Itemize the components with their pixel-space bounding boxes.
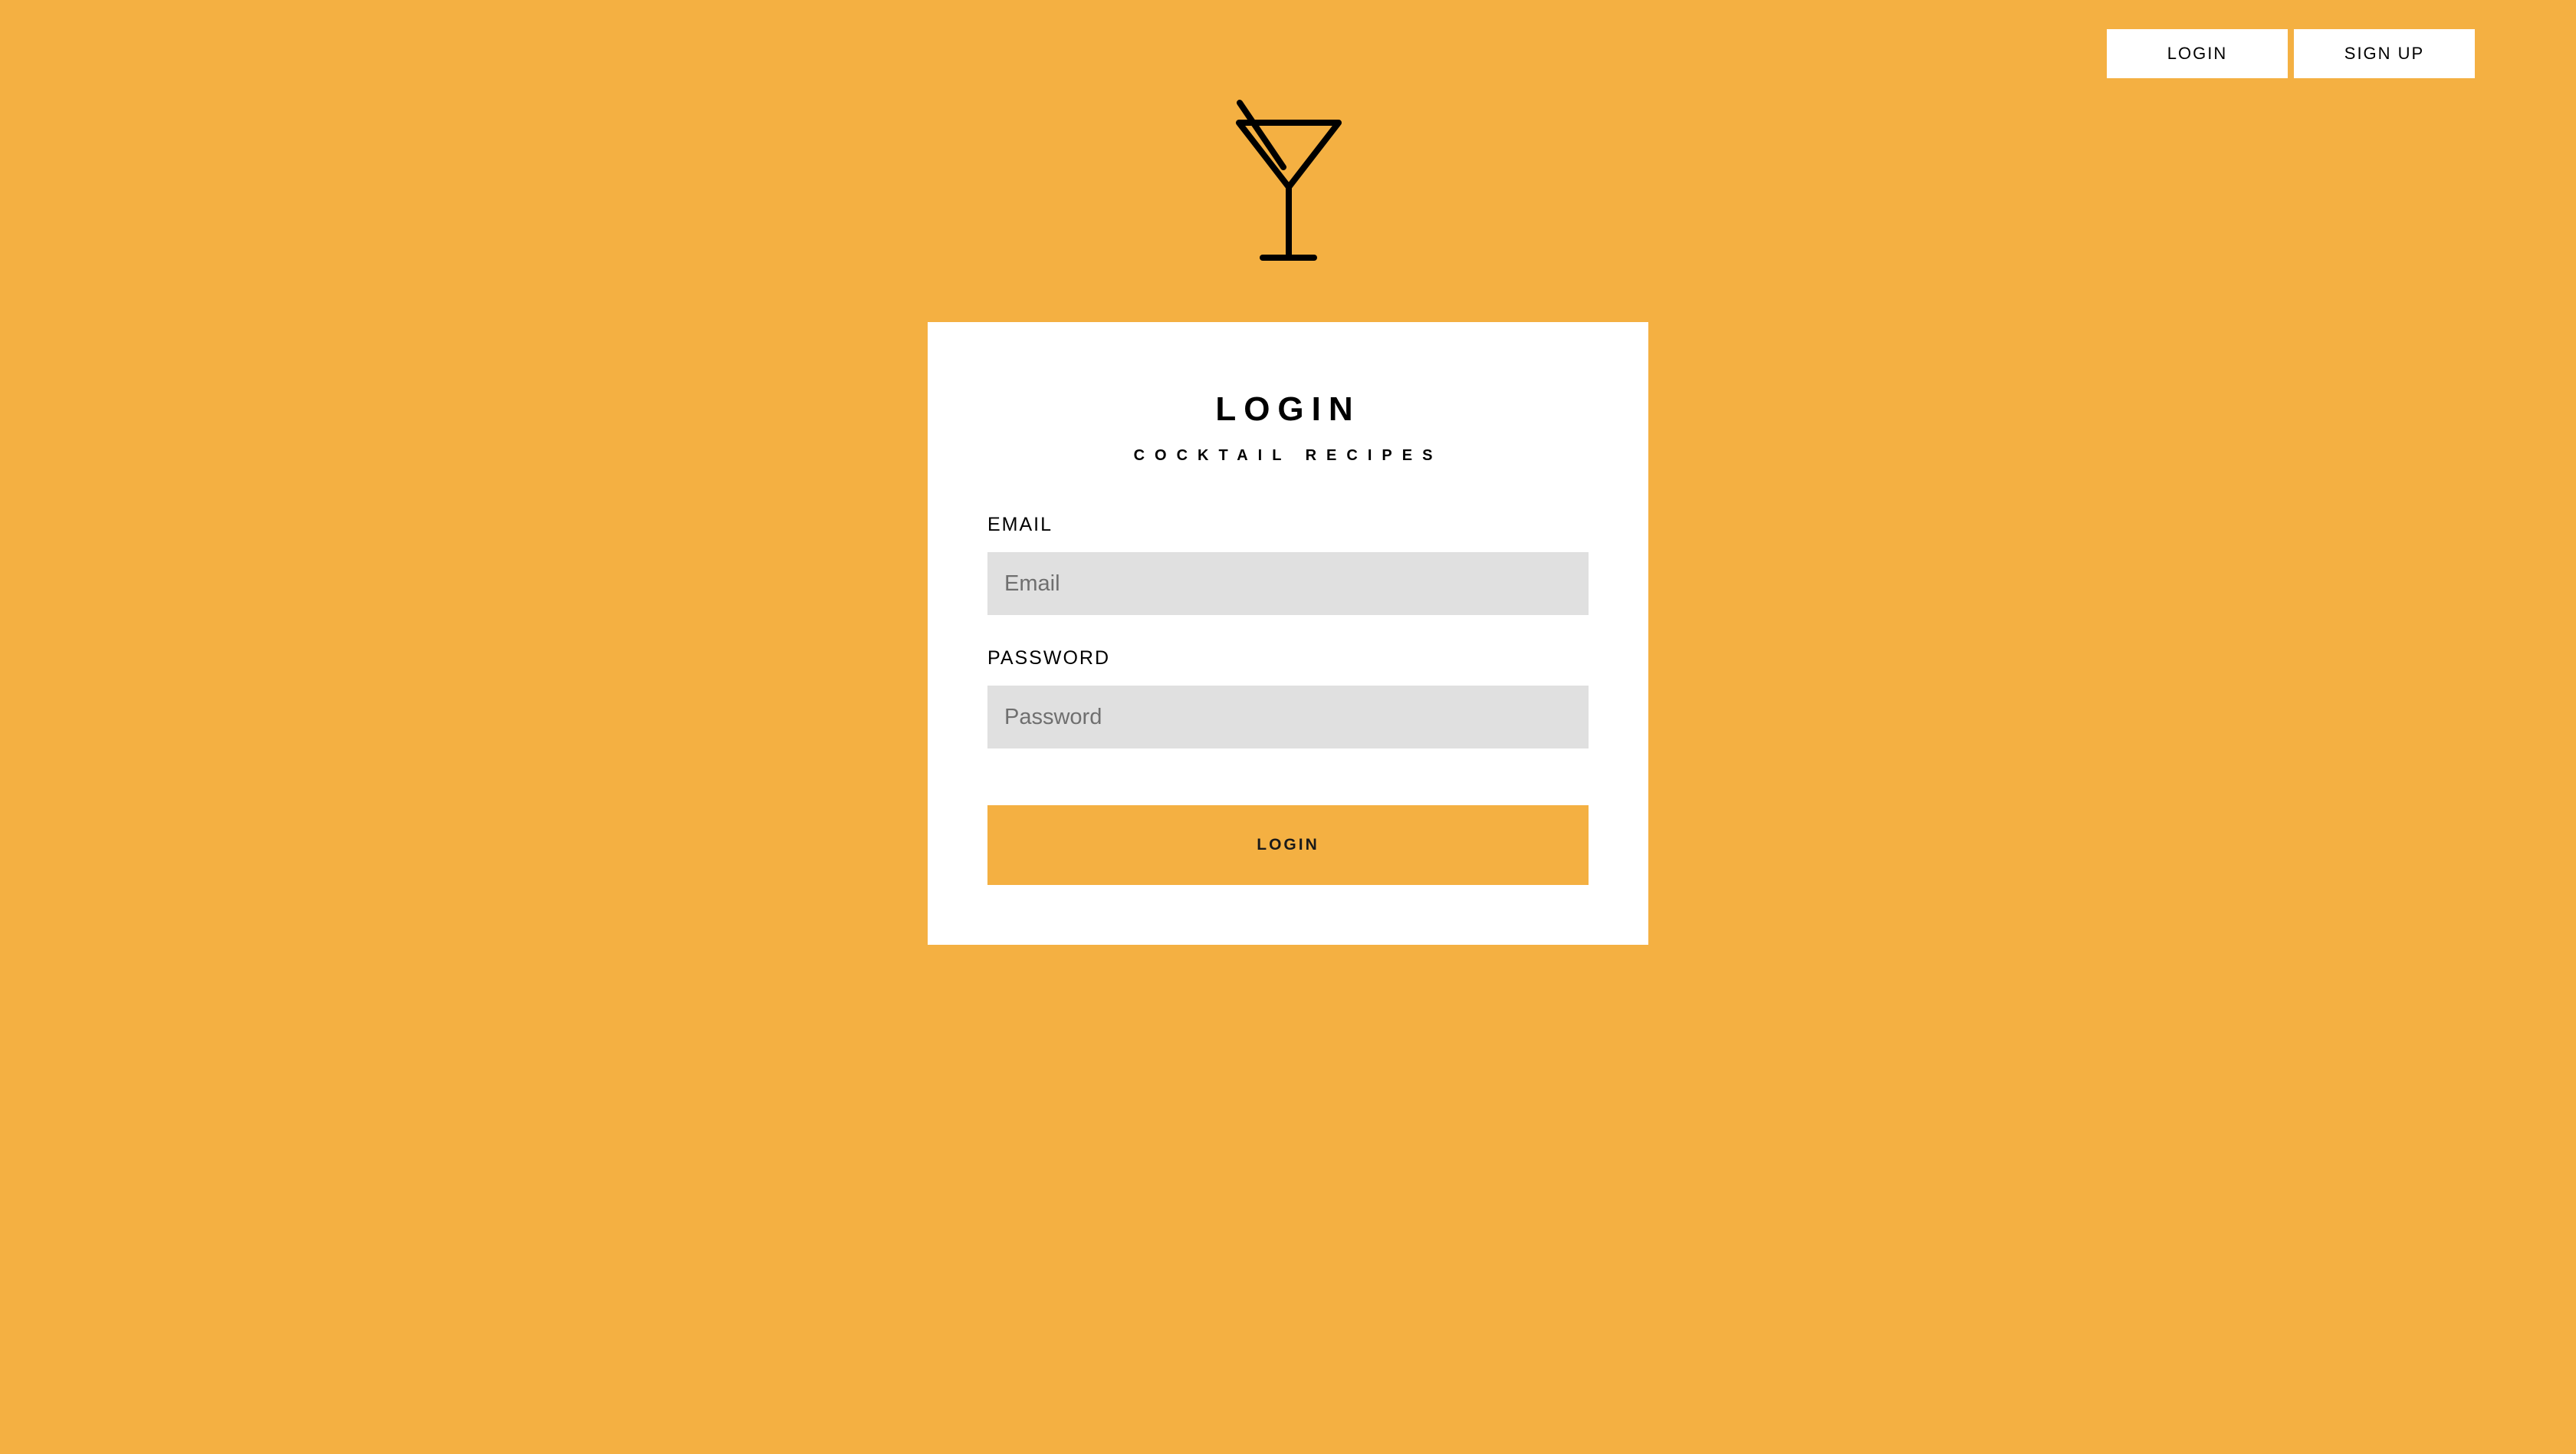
login-submit-button[interactable]: LOGIN: [987, 805, 1589, 885]
card-subtitle: COCKTAIL RECIPES: [1133, 447, 1443, 464]
password-label: PASSWORD: [987, 647, 1110, 669]
nav-signup-button[interactable]: SIGN UP: [2294, 29, 2475, 78]
card-title: LOGIN: [1215, 390, 1361, 428]
login-card: LOGIN COCKTAIL RECIPES EMAIL PASSWORD LO…: [928, 322, 1648, 945]
email-label: EMAIL: [987, 514, 1053, 535]
password-field[interactable]: [987, 686, 1589, 748]
nav-login-button[interactable]: LOGIN: [2107, 29, 2288, 78]
top-navigation: LOGIN SIGN UP: [2107, 29, 2475, 78]
martini-glass-icon: [1227, 97, 1349, 267]
email-field[interactable]: [987, 552, 1589, 615]
